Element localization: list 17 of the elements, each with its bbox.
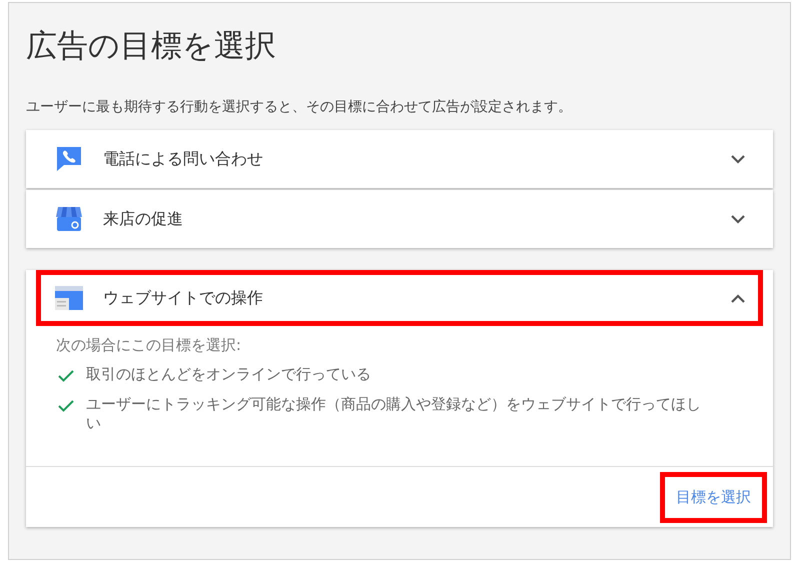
phone-icon [55, 145, 83, 173]
criteria-text: ユーザーにトラッキング可能な操作（商品の購入や登録など）をウェブサイトで行ってほしい [86, 394, 702, 434]
goal-header[interactable]: 電話による問い合わせ [26, 130, 773, 188]
criteria-text: 取引のほとんどをオンラインで行っている [86, 365, 371, 384]
description: ユーザーに最も期待する行動を選択すると、その目標に合わせて広告が設定されます。 [26, 98, 573, 116]
browser-window-icon [55, 286, 83, 310]
chevron-down-icon [731, 154, 745, 164]
chevron-up-icon [731, 294, 745, 302]
goal-header[interactable]: ウェブサイトでの操作 [36, 270, 763, 326]
goal-header[interactable]: 来店の促進 [26, 190, 773, 248]
check-icon [58, 400, 74, 412]
page-title: 広告の目標を選択 [26, 27, 277, 66]
chevron-down-icon [731, 214, 745, 224]
select-goal-button[interactable]: 目標を選択 [660, 472, 767, 522]
criteria-heading: 次の場合にこの目標を選択: [56, 336, 242, 355]
check-icon [58, 370, 74, 382]
store-icon [55, 205, 83, 233]
